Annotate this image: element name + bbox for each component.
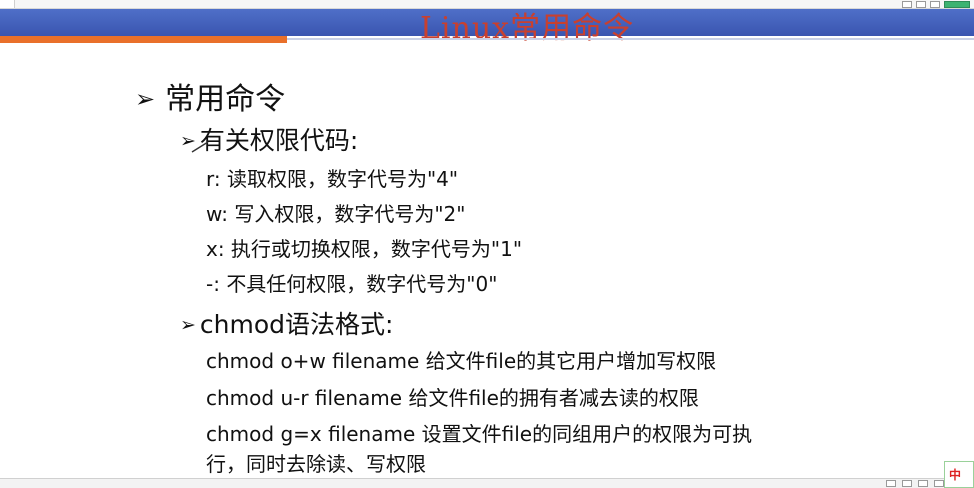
chmod-example-3: chmod g=x filename 设置文件file的同组用户的权限为可执 xyxy=(206,422,753,446)
toolbar-left-tab[interactable] xyxy=(0,0,15,8)
window-layout-icon[interactable] xyxy=(902,0,912,8)
chmod-example-3-continued: 行，同时去除读、写权限 xyxy=(206,452,426,476)
permission-line-x: x: 执行或切换权限，数字代号为"1" xyxy=(206,237,523,261)
normal-view-icon[interactable] xyxy=(886,480,896,487)
permission-line-w: w: 写入权限，数字代号为"2" xyxy=(206,202,466,226)
permissions-title: 有关权限代码: xyxy=(199,126,359,155)
chmod-example-1: chmod o+w filename 给文件file的其它用户增加写权限 xyxy=(206,349,717,373)
toolbar-icon-group xyxy=(902,0,970,8)
chmod-example-2: chmod u-r filename 给文件file的拥有者减去读的权限 xyxy=(206,386,699,410)
window-tile-icon[interactable] xyxy=(916,0,926,8)
chmod-bullet: ➢ chmod语法格式: xyxy=(180,305,393,341)
title-band: Linux常用命令 xyxy=(0,9,974,46)
title-divider-line xyxy=(287,38,974,40)
reading-view-icon[interactable] xyxy=(918,480,928,487)
top-toolbar xyxy=(0,0,974,9)
chmod-title: chmod语法格式: xyxy=(199,310,394,339)
pen-annotation-icon xyxy=(191,141,209,153)
heading-text: 常用命令 xyxy=(165,82,286,117)
permission-line-none: -: 不具任何权限，数字代号为"0" xyxy=(206,272,498,296)
bottom-status-bar xyxy=(0,478,974,488)
green-status-icon[interactable] xyxy=(944,0,970,8)
heading-bullet: ➢ 常用命令 xyxy=(135,74,285,118)
permission-line-r: r: 读取权限，数字代号为"4" xyxy=(206,167,459,191)
slideshow-icon[interactable] xyxy=(934,480,944,487)
window-split-icon[interactable] xyxy=(930,0,940,8)
arrow-bullet-icon: ➢ xyxy=(135,85,156,113)
arrow-bullet-icon: ➢ xyxy=(180,314,196,336)
view-button-group xyxy=(886,480,944,487)
ime-indicator[interactable]: 中 xyxy=(944,461,974,488)
slide-sorter-icon[interactable] xyxy=(902,480,912,487)
title-accent-line xyxy=(0,36,287,43)
slide: Linux常用命令 ➢ 常用命令 ➢ 有关权限代码: r: 读取权限，数字代号为"4… xyxy=(0,0,974,488)
